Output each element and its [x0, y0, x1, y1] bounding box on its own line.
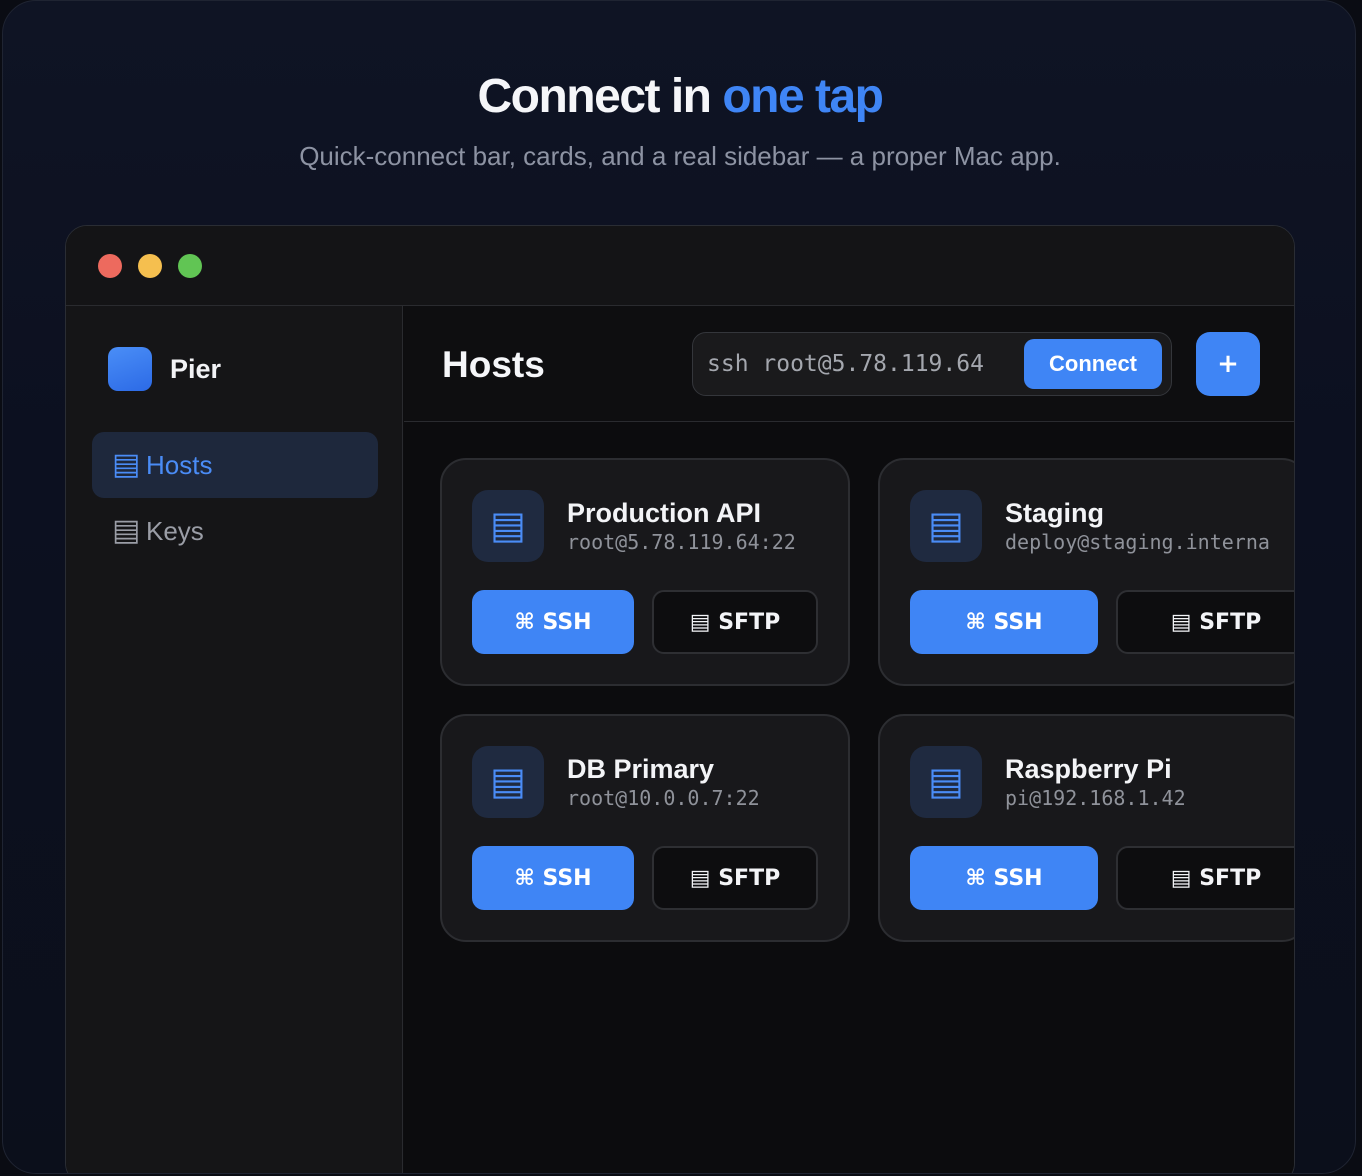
add-host-button[interactable]: + — [1196, 332, 1260, 396]
host-address: deploy@staging.interna — [1005, 530, 1270, 554]
host-card-raspberry-pi[interactable]: ▤ Raspberry Pi pi@192.168.1.42 ⌘ SSH ▤ S… — [878, 714, 1294, 942]
ssh-button[interactable]: ⌘ SSH — [910, 590, 1098, 654]
host-address: root@5.78.119.64:22 — [567, 530, 796, 554]
hero-subtitle: Quick-connect bar, cards, and a real sid… — [299, 141, 1061, 171]
host-name: Raspberry Pi — [1005, 754, 1172, 784]
host-address: root@10.0.0.7:22 — [567, 786, 760, 810]
window-titlebar[interactable] — [66, 226, 1294, 306]
page-title: Hosts — [442, 344, 545, 385]
sidebar-item-keys[interactable]: ▤ Keys — [92, 498, 378, 564]
app-window: Pier ▤ Hosts ▤ Keys Hosts Connect + — [65, 225, 1295, 1173]
promo-frame: Connect in one tap Quick-connect bar, ca… — [2, 0, 1356, 1174]
sidebar: Pier ▤ Hosts ▤ Keys — [66, 306, 403, 1173]
app-name: Pier — [170, 354, 222, 384]
host-name: DB Primary — [567, 754, 715, 784]
sftp-button[interactable]: ▤ SFTP — [1116, 846, 1294, 910]
host-name: Production API — [567, 498, 761, 528]
hero-title-main: Connect in — [477, 70, 723, 123]
sidebar-item-label: Hosts — [146, 449, 213, 480]
key-list-icon: ▤ — [112, 514, 141, 547]
host-card-staging[interactable]: ▤ Staging deploy@staging.interna ⌘ SSH ▤… — [878, 458, 1294, 686]
quick-connect-bar: Connect — [692, 332, 1172, 396]
server-icon: ▤ — [472, 490, 544, 562]
sftp-button[interactable]: ▤ SFTP — [652, 590, 818, 654]
minimize-window-button[interactable] — [138, 254, 162, 278]
connect-button[interactable]: Connect — [1024, 339, 1162, 389]
sftp-button[interactable]: ▤ SFTP — [1116, 590, 1294, 654]
server-icon: ▤ — [472, 746, 544, 818]
sidebar-item-label: Keys — [146, 515, 204, 546]
server-icon: ▤ — [910, 746, 982, 818]
ssh-button[interactable]: ⌘ SSH — [472, 590, 634, 654]
zoom-window-button[interactable] — [178, 254, 202, 278]
host-address: pi@192.168.1.42 — [1005, 786, 1186, 810]
sftp-button[interactable]: ▤ SFTP — [652, 846, 818, 910]
server-icon: ▤ — [910, 490, 982, 562]
app-logo-icon — [108, 347, 152, 391]
close-window-button[interactable] — [98, 254, 122, 278]
host-card-db-primary[interactable]: ▤ DB Primary root@10.0.0.7:22 ⌘ SSH ▤ SF… — [440, 714, 850, 942]
hero-title: Connect in one tap — [3, 69, 1355, 124]
ssh-button[interactable]: ⌘ SSH — [910, 846, 1098, 910]
toolbar: Hosts Connect + — [404, 306, 1294, 422]
host-card-production-api[interactable]: ▤ Production API root@5.78.119.64:22 ⌘ S… — [440, 458, 850, 686]
ssh-button[interactable]: ⌘ SSH — [472, 846, 634, 910]
server-icon: ▤ — [112, 448, 141, 481]
main-content: Hosts Connect + ▤ Production API root@5.… — [404, 306, 1294, 1173]
host-name: Staging — [1005, 498, 1104, 528]
quick-connect-input[interactable] — [707, 343, 1017, 385]
hero-title-accent: one tap — [722, 70, 884, 123]
sidebar-item-hosts[interactable]: ▤ Hosts — [92, 432, 378, 498]
